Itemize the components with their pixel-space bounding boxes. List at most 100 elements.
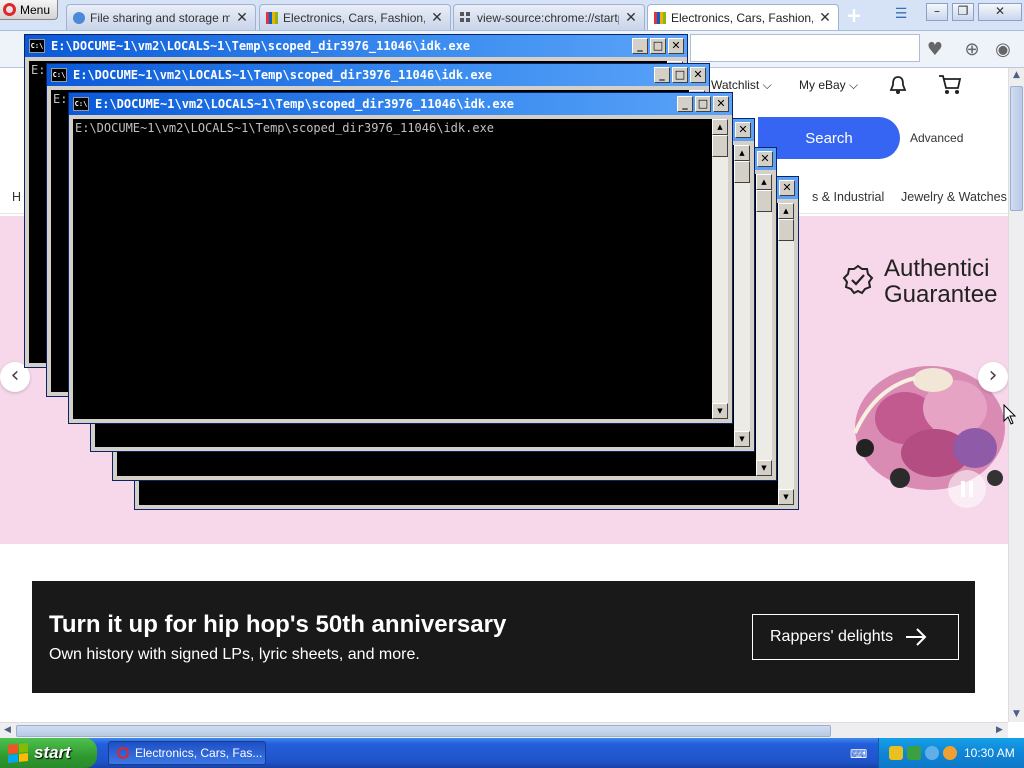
carousel-next-icon[interactable]: ›	[978, 362, 1008, 392]
maximize-icon[interactable]: ❐	[952, 3, 974, 21]
console-scrollbar[interactable]: ▲▼	[712, 119, 728, 419]
category-jewelry[interactable]: Jewelry & Watches	[901, 190, 1007, 204]
horizontal-scrollbar[interactable]: ◀ ▶	[0, 722, 1008, 738]
console-minimize-icon[interactable]: _	[677, 96, 693, 112]
console-window-front[interactable]: C:\ E:\DOCUME~1\vm2\LOCALS~1\Temp\scoped…	[68, 92, 733, 424]
tab-close-icon[interactable]: ✕	[818, 9, 832, 26]
tab-label: Electronics, Cars, Fashion, C…	[671, 10, 813, 25]
shield-icon[interactable]	[889, 746, 903, 760]
console-scrollbar[interactable]: ▲▼	[778, 203, 794, 505]
console-scroll-up-icon[interactable]: ▲	[734, 145, 750, 161]
taskbar-item-label: Electronics, Cars, Fas...	[135, 746, 263, 760]
bell-icon[interactable]	[887, 74, 909, 96]
console-close-icon[interactable]: ✕	[690, 67, 706, 83]
download-icon[interactable]: ⊕	[962, 40, 982, 60]
console-scroll-down-icon[interactable]: ▼	[734, 431, 750, 447]
console-maximize-icon[interactable]: □	[650, 38, 666, 54]
promo-button[interactable]: Rappers' delights	[752, 614, 959, 660]
tab-label: Electronics, Cars, Fashion, C…	[283, 10, 425, 25]
console-app-icon: C:\	[29, 39, 45, 53]
network-icon[interactable]	[907, 746, 921, 760]
heart-icon[interactable]: ♥	[925, 40, 945, 60]
console-window-buttons: _□✕	[677, 96, 729, 112]
cart-icon[interactable]	[938, 74, 962, 96]
console-close-icon[interactable]: ✕	[735, 122, 751, 138]
console-scroll-thumb[interactable]	[778, 219, 794, 241]
address-input[interactable]	[690, 34, 920, 62]
my-ebay-link[interactable]: My eBay ⌵	[799, 78, 858, 93]
category-industrial[interactable]: s & Industrial	[812, 190, 884, 204]
console-scroll-thumb[interactable]	[712, 135, 728, 157]
console-scrollbar[interactable]: ▲▼	[734, 145, 750, 447]
horizontal-scroll-thumb[interactable]	[16, 725, 831, 737]
console-close-icon[interactable]: ✕	[668, 38, 684, 54]
watchlist-link[interactable]: Watchlist ⌵	[711, 78, 772, 93]
close-icon[interactable]: ✕	[978, 3, 1022, 21]
scroll-up-icon[interactable]: ▲	[1009, 68, 1024, 83]
globe-icon[interactable]	[925, 746, 939, 760]
clock: 10:30 AM	[964, 746, 1015, 760]
start-label: start	[34, 743, 71, 762]
console-title-bar[interactable]: C:\ E:\DOCUME~1\vm2\LOCALS~1\Temp\scoped…	[47, 64, 709, 86]
tab-ebay-active[interactable]: Electronics, Cars, Fashion, C… ✕	[647, 4, 839, 30]
console-close-icon[interactable]: ✕	[757, 151, 773, 167]
console-partial-output: E:	[53, 92, 68, 106]
console-minimize-icon[interactable]: _	[632, 38, 648, 54]
console-scrollbar[interactable]: ▲▼	[756, 174, 772, 476]
tab-file-sharing[interactable]: File sharing and storage mad… ✕	[66, 4, 256, 30]
promo-banner: Turn it up for hip hop's 50th anniversar…	[32, 581, 975, 693]
console-close-icon[interactable]: ✕	[779, 180, 795, 196]
console-title-bar[interactable]: C:\ E:\DOCUME~1\vm2\LOCALS~1\Temp\scoped…	[25, 35, 687, 57]
magnifier-icon[interactable]	[943, 746, 957, 760]
console-app-icon: C:\	[73, 97, 89, 111]
taskbar-item-browser[interactable]: Electronics, Cars, Fas...	[108, 741, 266, 765]
console-title: E:\DOCUME~1\vm2\LOCALS~1\Temp\scoped_dir…	[95, 97, 515, 111]
tab-view-source[interactable]: view-source:chrome://startp… ✕	[453, 4, 645, 30]
tab-list-icon[interactable]: ☰	[892, 6, 910, 24]
keyboard-icon[interactable]: ⌨	[850, 747, 867, 761]
search-button[interactable]: Search	[758, 117, 900, 159]
console-close-icon[interactable]: ✕	[713, 96, 729, 112]
console-screen[interactable]: E:\DOCUME~1\vm2\LOCALS~1\Temp\scoped_dir…	[73, 119, 712, 419]
tab-label: view-source:chrome://startp…	[477, 10, 619, 25]
scroll-right-icon[interactable]: ▶	[992, 723, 1007, 738]
console-scroll-up-icon[interactable]: ▲	[712, 119, 728, 135]
pause-icon[interactable]	[948, 470, 986, 508]
console-partial-output: E:	[31, 63, 46, 77]
opera-menu-button[interactable]: Menu	[0, 0, 58, 20]
console-scroll-down-icon[interactable]: ▼	[756, 460, 772, 476]
tab-close-icon[interactable]: ✕	[235, 9, 249, 26]
console-app-icon: C:\	[51, 68, 67, 82]
scroll-left-icon[interactable]: ◀	[0, 723, 15, 738]
console-maximize-icon[interactable]: □	[695, 96, 711, 112]
console-scroll-thumb[interactable]	[734, 161, 750, 183]
advanced-search-link[interactable]: Advanced	[910, 131, 963, 145]
ebay-favicon-icon	[266, 11, 278, 24]
minimize-icon[interactable]: –	[926, 3, 948, 21]
console-scroll-thumb[interactable]	[756, 190, 772, 212]
console-scroll-down-icon[interactable]: ▼	[712, 403, 728, 419]
new-tab-plus-icon[interactable]: +	[844, 5, 864, 26]
console-minimize-icon[interactable]: _	[654, 67, 670, 83]
scroll-down-icon[interactable]: ▼	[1009, 707, 1024, 722]
vertical-scroll-thumb[interactable]	[1010, 86, 1023, 211]
promo-button-label: Rappers' delights	[770, 628, 894, 645]
opera-logo-icon	[117, 747, 129, 759]
account-icon[interactable]: ◉	[993, 40, 1013, 60]
vertical-scrollbar[interactable]: ▲ ▼	[1008, 68, 1024, 722]
category-home[interactable]: H	[12, 190, 21, 204]
tab-close-icon[interactable]: ✕	[430, 9, 444, 26]
arrow-right-icon	[906, 628, 927, 646]
console-maximize-icon[interactable]: □	[672, 67, 688, 83]
console-title: E:\DOCUME~1\vm2\LOCALS~1\Temp\scoped_dir…	[51, 39, 471, 53]
mouse-pointer-icon	[1003, 404, 1017, 425]
console-scroll-down-icon[interactable]: ▼	[778, 489, 794, 505]
console-title: E:\DOCUME~1\vm2\LOCALS~1\Temp\scoped_dir…	[73, 68, 493, 82]
console-output-line: E:\DOCUME~1\vm2\LOCALS~1\Temp\scoped_dir…	[75, 121, 495, 135]
console-title-bar[interactable]: C:\ E:\DOCUME~1\vm2\LOCALS~1\Temp\scoped…	[69, 93, 732, 115]
start-button[interactable]: start	[0, 738, 97, 768]
console-scroll-up-icon[interactable]: ▲	[756, 174, 772, 190]
tab-close-icon[interactable]: ✕	[624, 9, 638, 26]
tab-ebay-1[interactable]: Electronics, Cars, Fashion, C… ✕	[259, 4, 451, 30]
console-scroll-up-icon[interactable]: ▲	[778, 203, 794, 219]
